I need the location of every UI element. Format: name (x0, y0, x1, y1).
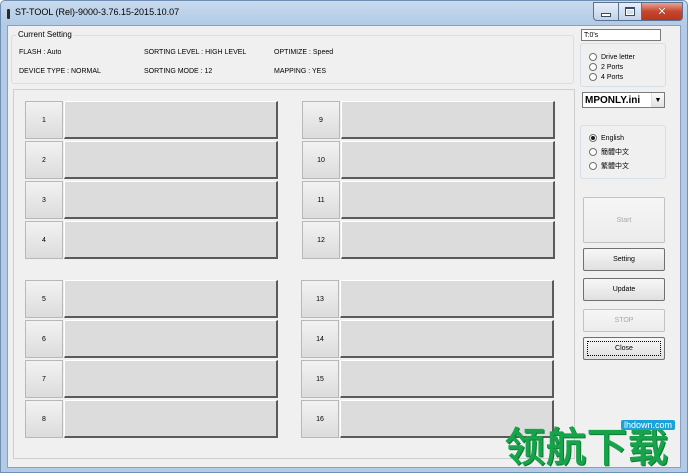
slot-number: 1 (25, 101, 63, 139)
radio-label: Drive letter (601, 53, 635, 61)
watermark-url: lhdown.com (621, 420, 676, 430)
slot-number: 3 (25, 181, 63, 219)
slot-progress-bar (340, 360, 554, 398)
slot-number: 11 (302, 181, 340, 219)
radio-4-ports[interactable]: 4 Ports (589, 73, 623, 81)
slot-progress-bar (64, 181, 278, 219)
slot-number: 9 (302, 101, 340, 139)
current-setting-group: Current Setting FLASH : Auto SORTING LEV… (11, 30, 574, 84)
slot-number: 12 (302, 221, 340, 259)
maximize-button[interactable] (619, 2, 642, 21)
slot-progress-bar (340, 280, 554, 318)
watermark-text: 领航下载 (505, 425, 669, 471)
slot-progress-bar (341, 141, 555, 179)
maximize-icon (625, 7, 635, 16)
radio-drive-letter[interactable]: Drive letter (589, 53, 635, 61)
slot-number: 13 (301, 280, 339, 318)
sorting-level-setting: SORTING LEVEL : HIGH LEVEL (144, 49, 247, 56)
slot-progress-bar (64, 101, 278, 139)
window-controls: ✕ (593, 2, 683, 21)
radio-circle-selected (589, 134, 597, 142)
optimize-setting: OPTIMIZE : Speed (274, 49, 334, 56)
title-bar[interactable]: ST-TOOL (Rel)-9000-3.76.15-2015.10.07 ✕ (1, 1, 687, 25)
stop-button[interactable]: STOP (583, 309, 665, 332)
app-window: ST-TOOL (Rel)-9000-3.76.15-2015.10.07 ✕ … (0, 0, 688, 473)
slot-progress-bar (341, 221, 555, 259)
radio-circle (589, 63, 597, 71)
close-icon: ✕ (657, 5, 667, 18)
radio-simplified-chinese[interactable]: 簡體中文 (589, 147, 629, 157)
close-window-button[interactable]: ✕ (642, 2, 683, 21)
language-group: English 簡體中文 繁體中文 (580, 125, 666, 179)
slot-number: 6 (25, 320, 63, 358)
slot-number: 7 (25, 360, 63, 398)
ini-file-select[interactable]: MPONLY.ini ▼ (582, 92, 665, 108)
radio-label: 簡體中文 (601, 149, 629, 156)
slot-number: 2 (25, 141, 63, 179)
ini-select-value: MPONLY.ini (585, 94, 641, 106)
flash-setting: FLASH : Auto (19, 49, 62, 56)
port-options-group: Drive letter 2 Ports 4 Ports (580, 43, 666, 87)
radio-traditional-chinese[interactable]: 繁體中文 (589, 161, 629, 171)
slot-number: 10 (302, 141, 340, 179)
radio-label: 繁體中文 (601, 163, 629, 170)
radio-2-ports[interactable]: 2 Ports (589, 63, 623, 71)
radio-circle (589, 53, 597, 61)
radio-circle (589, 162, 597, 170)
site-watermark: 领航下载 lhdown.com (503, 416, 683, 472)
radio-label: 4 Ports (601, 73, 624, 81)
radio-circle (589, 73, 597, 81)
window-title: ST-TOOL (Rel)-9000-3.76.15-2015.10.07 (15, 7, 180, 17)
slots-panel: 1 2 3 4 5 6 7 8 9 10 11 12 13 14 15 16 (13, 89, 575, 459)
minimize-icon (601, 12, 611, 17)
slot-number: 5 (25, 280, 63, 318)
slot-progress-bar (341, 101, 555, 139)
mapping-setting: MAPPING : YES (274, 68, 326, 75)
client-area: Current Setting FLASH : Auto SORTING LEV… (7, 25, 681, 468)
slot-progress-bar (64, 360, 278, 398)
slot-number: 16 (301, 400, 339, 438)
minimize-button[interactable] (593, 2, 619, 21)
sorting-mode-setting: SORTING MODE : 12 (144, 68, 213, 75)
slot-number: 14 (301, 320, 339, 358)
device-type-setting: DEVICE TYPE : NORMAL (19, 68, 101, 75)
slot-progress-bar (64, 320, 278, 358)
slot-number: 15 (301, 360, 339, 398)
slot-progress-bar (64, 280, 278, 318)
update-button[interactable]: Update (583, 278, 665, 301)
setting-button[interactable]: Setting (583, 248, 665, 271)
timer-display: T:0's (581, 29, 661, 41)
close-button[interactable]: Close (583, 337, 665, 360)
app-icon (7, 9, 10, 19)
radio-label: English (601, 134, 624, 142)
slot-number: 4 (25, 221, 63, 259)
radio-circle (589, 148, 597, 156)
slot-progress-bar (64, 221, 278, 259)
slot-progress-bar (340, 320, 554, 358)
slot-progress-bar (64, 141, 278, 179)
chevron-down-icon[interactable]: ▼ (651, 93, 664, 107)
radio-english[interactable]: English (589, 134, 624, 142)
slot-progress-bar (64, 400, 278, 438)
radio-label: 2 Ports (601, 63, 624, 71)
slot-progress-bar (341, 181, 555, 219)
start-button[interactable]: Start (583, 197, 665, 243)
current-setting-title: Current Setting (16, 30, 74, 39)
slot-number: 8 (25, 400, 63, 438)
